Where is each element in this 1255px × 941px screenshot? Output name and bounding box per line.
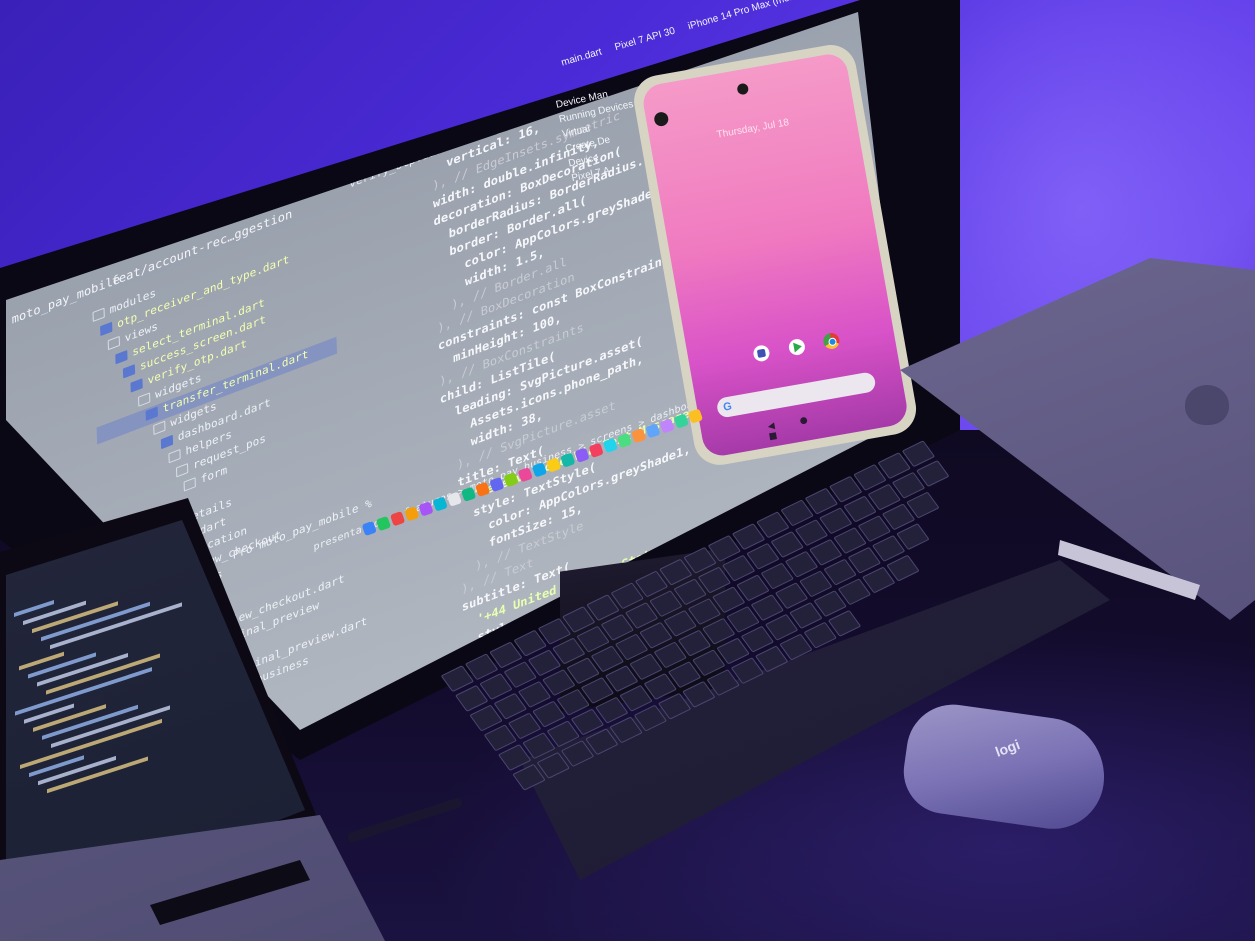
dock-app-icon[interactable] [560, 451, 576, 468]
dock-app-icon[interactable] [446, 491, 462, 507]
lockscreen-date: Thursday, Jul 18 [715, 117, 790, 141]
dock-app-icon[interactable] [673, 412, 689, 429]
status-dot-icon [653, 111, 670, 128]
dock-app-icon[interactable] [517, 466, 533, 482]
dock-app-icon[interactable] [687, 408, 703, 424]
camera-icon [736, 82, 750, 96]
home-icon[interactable]: ● [788, 413, 819, 428]
dock-app-icon[interactable] [432, 495, 448, 512]
dart-file-icon [100, 321, 113, 337]
folder-icon [107, 335, 121, 351]
android-nav-bar: ◀ ● ■ [756, 409, 848, 444]
folder-icon [138, 392, 151, 407]
dock-app-icon[interactable] [375, 515, 391, 531]
play-store-icon[interactable] [787, 337, 806, 357]
folder-icon [175, 463, 189, 478]
dock-app-icon[interactable] [545, 456, 562, 473]
folder-icon [153, 420, 166, 436]
dock-app-icon[interactable] [418, 500, 434, 517]
gmail-icon[interactable] [752, 344, 771, 363]
dock-app-icon[interactable] [659, 417, 675, 434]
dock-app-icon[interactable] [489, 476, 505, 492]
chrome-icon[interactable] [822, 331, 841, 351]
dart-file-icon [115, 349, 128, 365]
dock-app-icon[interactable] [588, 442, 604, 458]
dock-app-icon[interactable] [474, 481, 491, 497]
folder-icon [183, 477, 196, 492]
dock-app-icon[interactable] [531, 461, 547, 477]
dart-file-icon [145, 406, 158, 421]
dock-app-icon[interactable] [389, 510, 406, 526]
dock-app-icon[interactable] [404, 505, 420, 521]
dock-app-icon[interactable] [616, 432, 633, 448]
home-app-row [752, 330, 851, 367]
folder-icon [92, 307, 105, 323]
dock-app-icon[interactable] [645, 422, 661, 438]
dart-file-icon [122, 364, 136, 379]
dock-app-icon[interactable] [361, 520, 377, 536]
folder-icon [168, 448, 181, 464]
dart-file-icon [130, 378, 143, 393]
dock-app-icon[interactable] [503, 471, 519, 487]
dock-app-icon[interactable] [630, 427, 647, 443]
apple-logo-icon [1185, 385, 1229, 425]
dart-file-icon [160, 434, 174, 450]
dock-app-icon[interactable] [602, 437, 618, 453]
dock-app-icon[interactable] [574, 447, 590, 463]
dock-app-icon[interactable] [460, 486, 476, 502]
desk-setup-scene: moto_pay_mobile feat/account-rec…ggestio… [0, 0, 1255, 941]
